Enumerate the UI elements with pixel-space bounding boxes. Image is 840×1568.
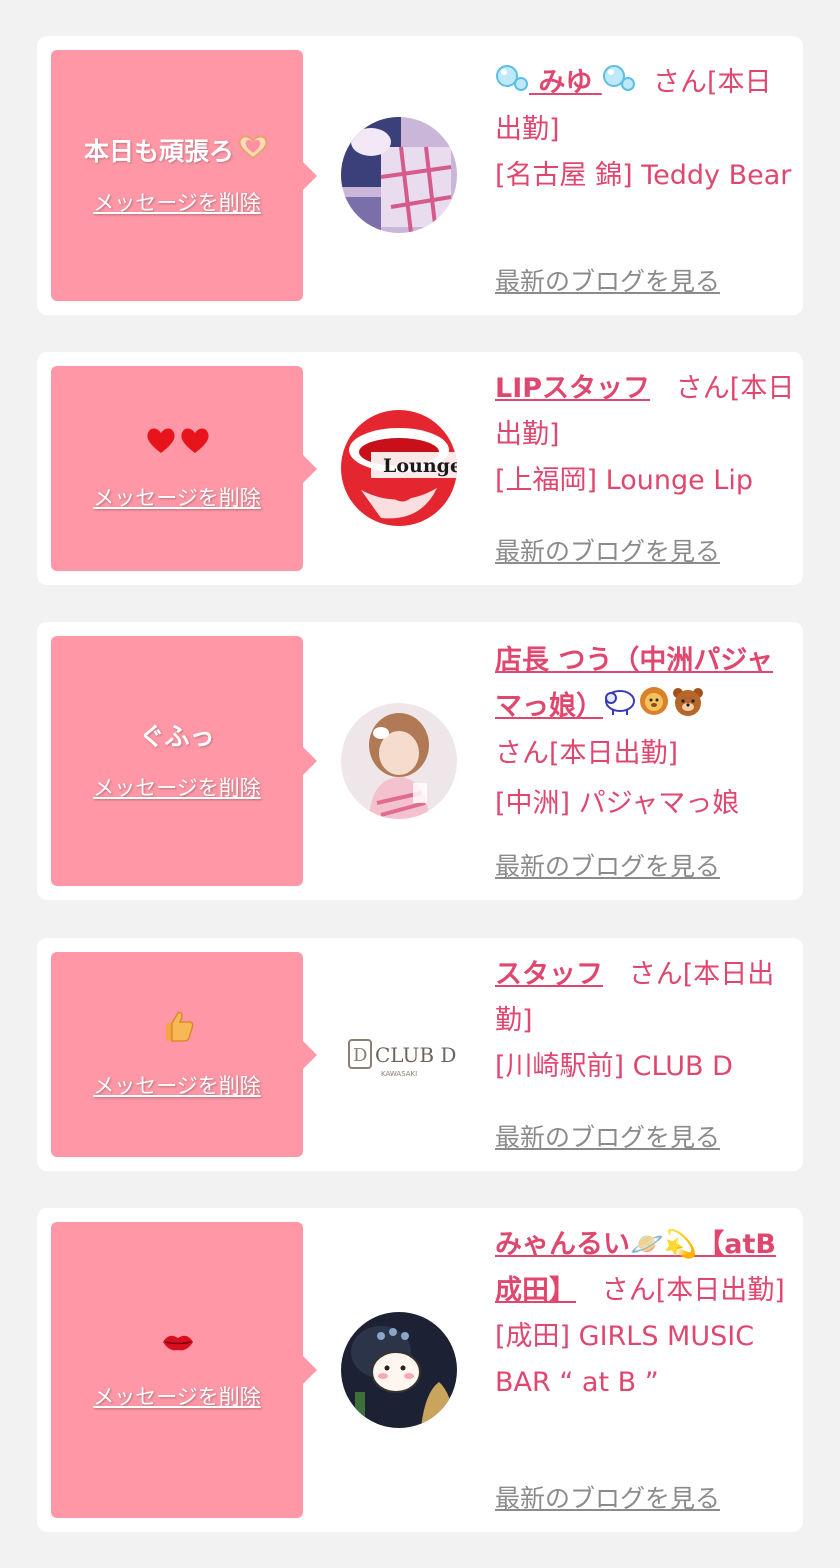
delete-message-link[interactable]: メッセージを削除 xyxy=(93,1070,261,1100)
avatar-logo-text: Lounge xyxy=(383,455,457,477)
message-text-row: 本日も頑張ろ xyxy=(84,134,270,169)
latest-blog-link[interactable]: 最新のブログを見る xyxy=(495,532,720,568)
latest-blog-link[interactable]: 最新のブログを見る xyxy=(495,847,720,883)
message-text-row: ぐふっ xyxy=(139,720,214,754)
cast-status: さん[本日出勤] xyxy=(601,1275,785,1306)
latest-blog-link[interactable]: 最新のブログを見る xyxy=(495,1479,720,1515)
message-list: 本日も頑張ろ メッセージを削除 みゆ さん[本日出勤] [名古屋 錦] Tedd… xyxy=(0,0,840,1568)
two-red-hearts-icon xyxy=(145,425,211,464)
bubbles-icon xyxy=(495,61,529,107)
latest-blog-link[interactable]: 最新のブログを見る xyxy=(495,1118,720,1154)
avatar[interactable] xyxy=(341,117,457,233)
avatar[interactable]: Lounge xyxy=(341,410,457,526)
shop-name: [中洲] パジャマっ娘 xyxy=(495,787,740,819)
cast-status: さん[本日出勤] xyxy=(495,737,679,769)
lion-icon xyxy=(637,685,671,731)
cast-info: みゃんるい🪐💫【atB 成田】 さん[本日出勤] [成田] GIRLS MUSI… xyxy=(495,1222,795,1406)
message-bubble: 本日も頑張ろ メッセージを削除 xyxy=(51,50,317,301)
list-item: 本日も頑張ろ メッセージを削除 みゆ さん[本日出勤] [名古屋 錦] Tedd… xyxy=(37,36,803,315)
message-text-row xyxy=(143,425,211,464)
heart-hands-icon xyxy=(236,134,270,169)
bear-icon xyxy=(671,685,705,731)
list-item: メッセージを削除 D CLUB D KAWASAKI スタッフ さん[本日出勤]… xyxy=(37,938,803,1171)
shop-name: [名古屋 錦] Teddy Bear xyxy=(495,159,792,191)
avatar[interactable]: D CLUB D KAWASAKI xyxy=(341,996,457,1112)
list-item: メッセージを削除 Lounge LIPスタッフ さん[本日出勤] [上福岡] L… xyxy=(37,352,803,585)
delete-message-link[interactable]: メッセージを削除 xyxy=(93,482,261,512)
bubbles-icon xyxy=(602,61,636,107)
shop-name: [川崎駅前] CLUB D xyxy=(495,1051,733,1082)
cast-info: みゆ さん[本日出勤] [名古屋 錦] Teddy Bear xyxy=(495,60,795,199)
delete-message-link[interactable]: メッセージを削除 xyxy=(93,1381,261,1411)
cast-info: LIPスタッフ さん[本日出勤] [上福岡] Lounge Lip xyxy=(495,366,795,504)
cast-name-link[interactable]: LIPスタッフ xyxy=(495,373,650,404)
cast-info: スタッフ さん[本日出勤] [川崎駅前] CLUB D xyxy=(495,952,795,1090)
shop-name: [成田] GIRLS MUSIC BAR “ at B ” xyxy=(495,1321,755,1398)
avatar-logo-text: CLUB D xyxy=(375,1043,456,1067)
kiss-mark-icon xyxy=(161,1329,195,1363)
sheep-icon xyxy=(603,685,637,731)
latest-blog-link[interactable]: 最新のブログを見る xyxy=(495,262,720,298)
message-bubble: ぐふっ メッセージを削除 xyxy=(51,636,317,886)
thumbs-up-icon xyxy=(160,1009,196,1052)
avatar[interactable] xyxy=(341,703,457,819)
message-text-row xyxy=(158,1009,196,1052)
avatar[interactable] xyxy=(341,1312,457,1428)
delete-message-link[interactable]: メッセージを削除 xyxy=(93,772,261,802)
avatar-logo-subtext: KAWASAKI xyxy=(381,1070,417,1078)
cast-name-link[interactable]: 店長 つう（中洲パジャマっ娘） xyxy=(495,645,773,722)
list-item: ぐふっ メッセージを削除 店長 つう（中洲パジャマっ娘） さん[本日出勤] [中… xyxy=(37,622,803,900)
message-bubble: メッセージを削除 xyxy=(51,1222,317,1518)
delete-message-link[interactable]: メッセージを削除 xyxy=(93,187,261,217)
message-bubble: メッセージを削除 xyxy=(51,366,317,571)
cast-name: みゆ xyxy=(538,67,593,98)
message-text-row xyxy=(159,1329,195,1363)
message-text: 本日も頑張ろ xyxy=(83,136,234,166)
list-item: メッセージを削除 みゃんるい🪐💫【atB 成田】 さん[本日出勤] [成田] G… xyxy=(37,1208,803,1532)
message-bubble: メッセージを削除 xyxy=(51,952,317,1157)
svg-text:D: D xyxy=(353,1045,367,1066)
cast-name-link[interactable]: みゆ xyxy=(495,64,636,98)
cast-info: 店長 つう（中洲パジャマっ娘） さん[本日出勤] [中洲] パジャマっ娘 xyxy=(495,638,795,827)
cast-name-link[interactable]: スタッフ xyxy=(495,959,603,990)
message-text: ぐふっ xyxy=(139,722,215,751)
shop-name: [上福岡] Lounge Lip xyxy=(495,465,753,496)
